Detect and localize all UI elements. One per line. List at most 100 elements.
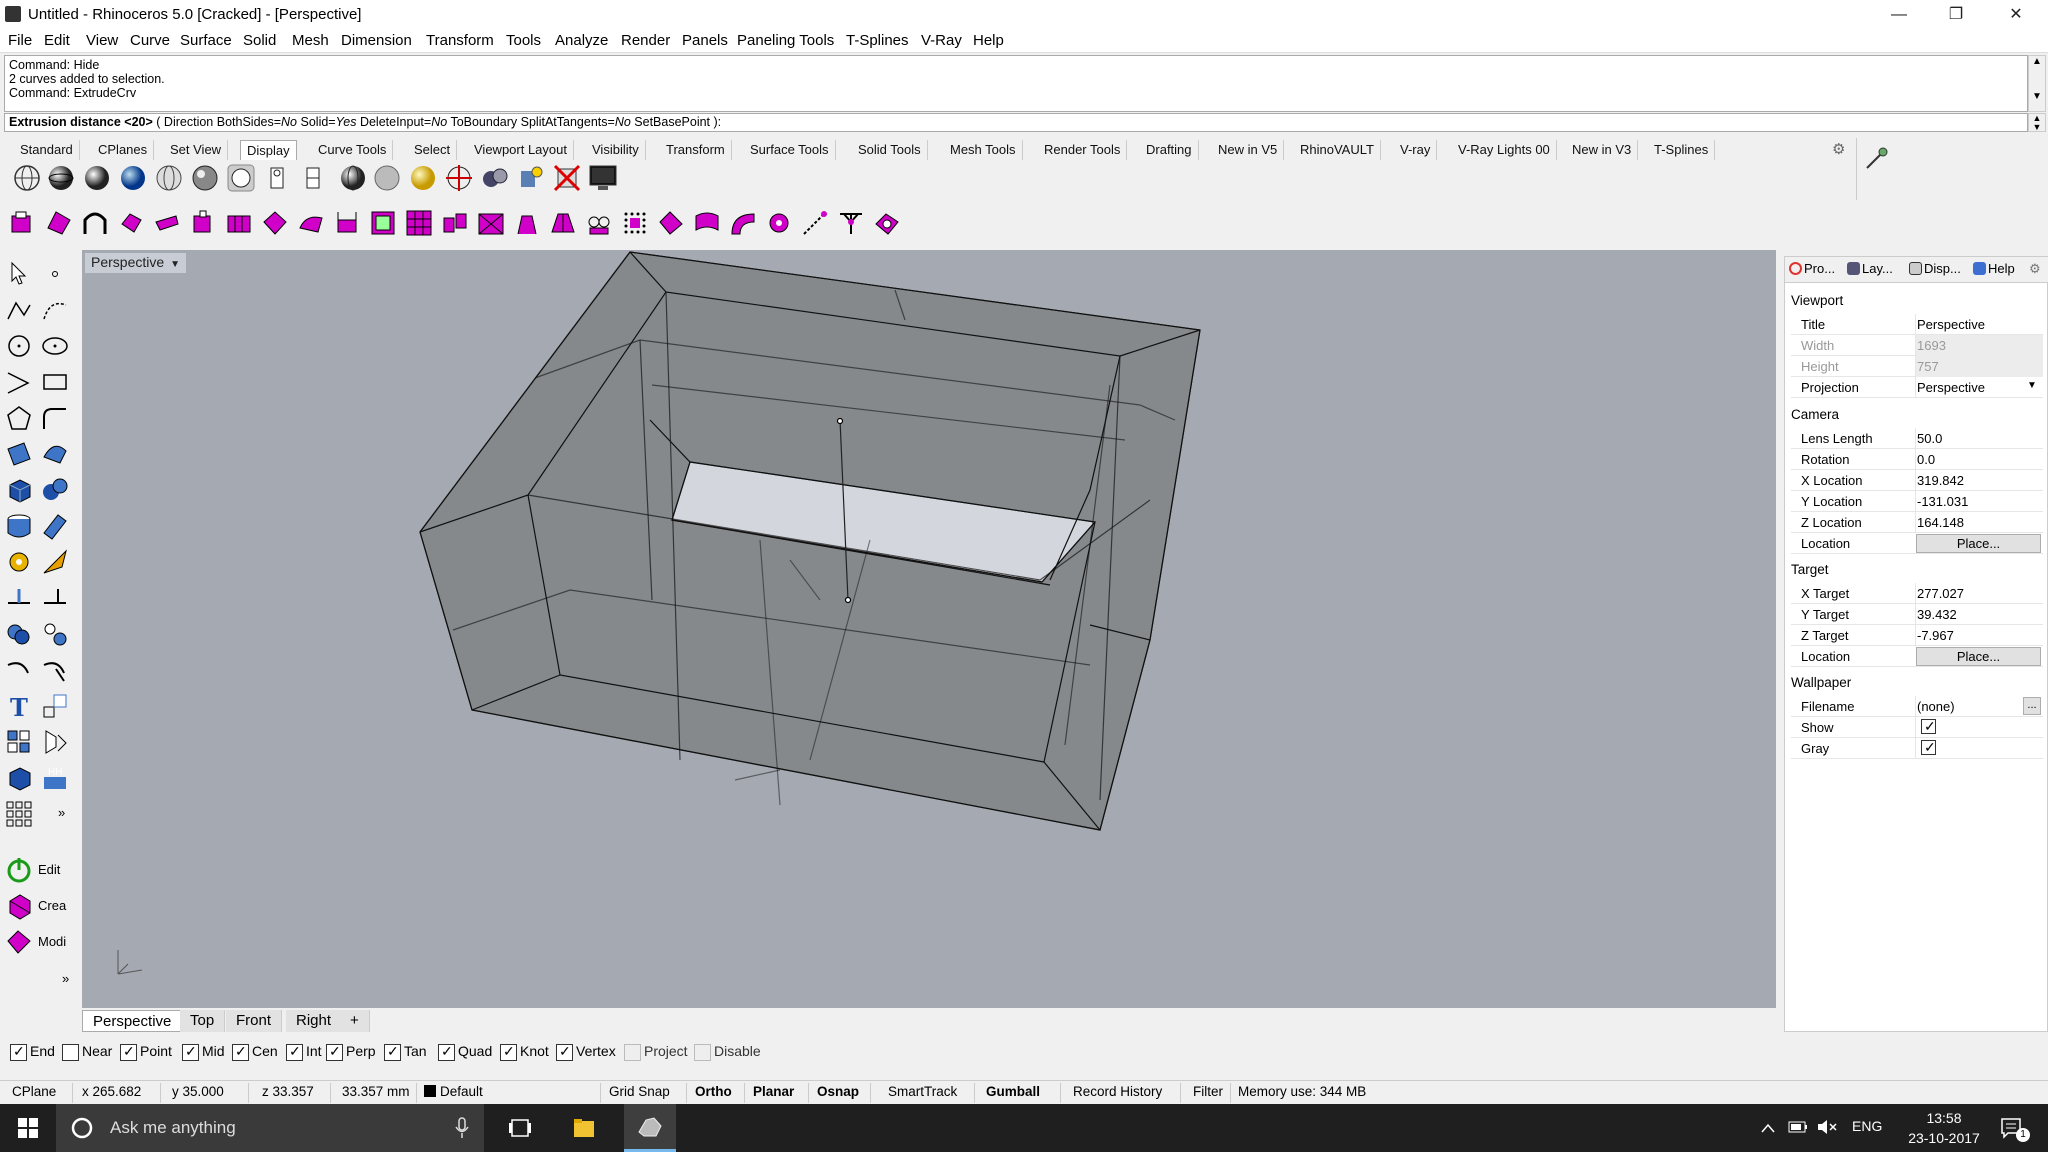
prop-value[interactable]: Perspective: [1917, 317, 1985, 332]
tsplines-sphere-icon[interactable]: [116, 208, 146, 238]
checkbox-checked-icon[interactable]: [120, 1043, 137, 1061]
tab-transform[interactable]: Transform: [660, 140, 732, 160]
tab-display[interactable]: Disp...: [1909, 261, 1961, 276]
light-arrow-icon[interactable]: [40, 547, 70, 577]
tsplines-bridge-icon[interactable]: [440, 208, 470, 238]
place-camera-button[interactable]: Place...: [1916, 534, 2041, 553]
tsplines-gear-icon[interactable]: [764, 208, 794, 238]
prop-value[interactable]: 164.148: [1917, 515, 1964, 530]
checkbox-checked-icon[interactable]: [438, 1043, 455, 1061]
gumball-toggle[interactable]: Gumball: [986, 1084, 1040, 1099]
tab-mesh-tools[interactable]: Mesh Tools: [944, 140, 1023, 160]
tab-properties[interactable]: Pro...: [1789, 261, 1835, 276]
tab-visibility[interactable]: Visibility: [586, 140, 646, 160]
menu-render[interactable]: Render: [621, 32, 670, 49]
grid-array-icon[interactable]: [4, 799, 34, 829]
osnap-tan[interactable]: Tan: [384, 1043, 427, 1061]
tab-rhinovault[interactable]: RhinoVAULT: [1294, 140, 1381, 160]
minimize-button[interactable]: —: [1876, 0, 1922, 29]
tab-cplanes[interactable]: CPlanes: [92, 140, 155, 160]
filter-toggle[interactable]: Filter: [1193, 1084, 1223, 1099]
tab-surface-tools[interactable]: Surface Tools: [744, 140, 836, 160]
history-scrollbar[interactable]: ▲ ▼: [2028, 55, 2046, 112]
ortho-toggle[interactable]: Ortho: [695, 1084, 732, 1099]
monitor-icon[interactable]: [588, 163, 618, 193]
edit-label[interactable]: Edit: [38, 862, 60, 877]
modify-label[interactable]: Modi: [38, 934, 66, 949]
prop-filename[interactable]: Filename (none)...: [1791, 696, 2043, 717]
maximize-button[interactable]: ❐: [1933, 0, 1979, 29]
checkbox-checked-icon[interactable]: [384, 1043, 401, 1061]
power-icon[interactable]: [4, 855, 34, 885]
osnap-quad[interactable]: Quad: [438, 1043, 492, 1061]
task-view-icon[interactable]: [508, 1118, 532, 1138]
checkbox-checked-icon[interactable]: [286, 1043, 303, 1061]
menu-curve[interactable]: Curve: [130, 32, 170, 49]
tsplines-toggle-icon[interactable]: [872, 208, 902, 238]
option-toboundary[interactable]: ToBoundary: [450, 115, 517, 129]
menu-help[interactable]: Help: [973, 32, 1004, 49]
osnap-knot[interactable]: Knot: [500, 1043, 549, 1061]
surface-icon[interactable]: [4, 439, 34, 469]
block-icon[interactable]: [4, 763, 34, 793]
leader-icon[interactable]: [40, 583, 70, 613]
current-layer[interactable]: Default: [424, 1084, 483, 1099]
prop-value[interactable]: -131.031: [1917, 494, 1968, 509]
prop-title[interactable]: Title Perspective: [1791, 314, 2043, 335]
prop-y-location[interactable]: Y Location -131.031: [1791, 491, 2043, 512]
shaded-sphere-icon[interactable]: [46, 163, 76, 193]
array-icon[interactable]: [4, 727, 34, 757]
rendered-sphere-icon[interactable]: [82, 163, 112, 193]
chevron-up-icon[interactable]: [1760, 1122, 1776, 1134]
tab-solid-tools[interactable]: Solid Tools: [852, 140, 928, 160]
menu-solid[interactable]: Solid: [243, 32, 276, 49]
osnap-near[interactable]: Near: [62, 1043, 112, 1061]
viewport-title[interactable]: Perspective ▼: [85, 253, 187, 273]
rectangle-icon[interactable]: [40, 367, 70, 397]
osnap-perp[interactable]: Perp: [326, 1043, 376, 1061]
option-deleteinput[interactable]: DeleteInput: [360, 115, 424, 129]
chevron-down-icon[interactable]: ▼: [2027, 380, 2037, 391]
checkbox-unchecked-icon[interactable]: [62, 1043, 79, 1061]
option-direction[interactable]: Direction: [164, 115, 213, 129]
tsplines-plane-icon[interactable]: [152, 208, 182, 238]
osnap-project[interactable]: Project: [624, 1043, 688, 1061]
volume-muted-icon[interactable]: [1816, 1118, 1838, 1136]
curvature-analysis-icon[interactable]: [516, 163, 546, 193]
option-setbasepoint[interactable]: SetBasePoint: [634, 115, 710, 129]
cplane-status[interactable]: CPlane: [12, 1084, 56, 1099]
pin-tool-icon[interactable]: [1863, 144, 1891, 172]
windows-start-icon[interactable]: [18, 1118, 38, 1138]
ghosted-sphere-icon[interactable]: [154, 163, 184, 193]
menu-paneling-tools[interactable]: Paneling Tools: [737, 32, 834, 49]
tsplines-crease-icon[interactable]: [512, 208, 542, 238]
prop-x-location[interactable]: X Location 319.842: [1791, 470, 2043, 491]
battery-icon[interactable]: [1788, 1120, 1808, 1134]
checkbox-checked-icon[interactable]: [232, 1043, 249, 1061]
taskbar-search[interactable]: Ask me anything: [56, 1104, 484, 1152]
place-target-button[interactable]: Place...: [1916, 647, 2041, 666]
menu-t-splines[interactable]: T-Splines: [846, 32, 909, 49]
checkbox-checked-icon[interactable]: [326, 1043, 343, 1061]
prop-value[interactable]: (none): [1917, 699, 1955, 714]
menu-mesh[interactable]: Mesh: [292, 32, 329, 49]
tsplines-point-grid-icon[interactable]: [620, 208, 650, 238]
prop-x-target[interactable]: X Target 277.027: [1791, 583, 2043, 604]
grid-snap-toggle[interactable]: Grid Snap: [609, 1084, 670, 1099]
hatch-icon[interactable]: HH: [40, 763, 70, 793]
polygon-icon[interactable]: [4, 403, 34, 433]
text-icon[interactable]: T: [4, 691, 34, 721]
menu-v-ray[interactable]: V-Ray: [921, 32, 962, 49]
tab-select[interactable]: Select: [408, 140, 458, 160]
boolean-split-icon[interactable]: [40, 619, 70, 649]
rhino-taskbar-button[interactable]: [624, 1104, 676, 1152]
panel-gear-icon[interactable]: ⚙: [2029, 261, 2041, 277]
viewport-tab-perspective[interactable]: Perspective: [82, 1010, 183, 1032]
create-icon[interactable]: [4, 891, 34, 921]
tsplines-twist-icon[interactable]: [296, 208, 326, 238]
tsplines-pipe-icon[interactable]: [584, 208, 614, 238]
osnap-toggle[interactable]: Osnap: [817, 1084, 859, 1099]
add-viewport-tab[interactable]: +: [340, 1010, 370, 1032]
curve-icon[interactable]: [40, 295, 70, 325]
orient-icon[interactable]: [40, 727, 70, 757]
